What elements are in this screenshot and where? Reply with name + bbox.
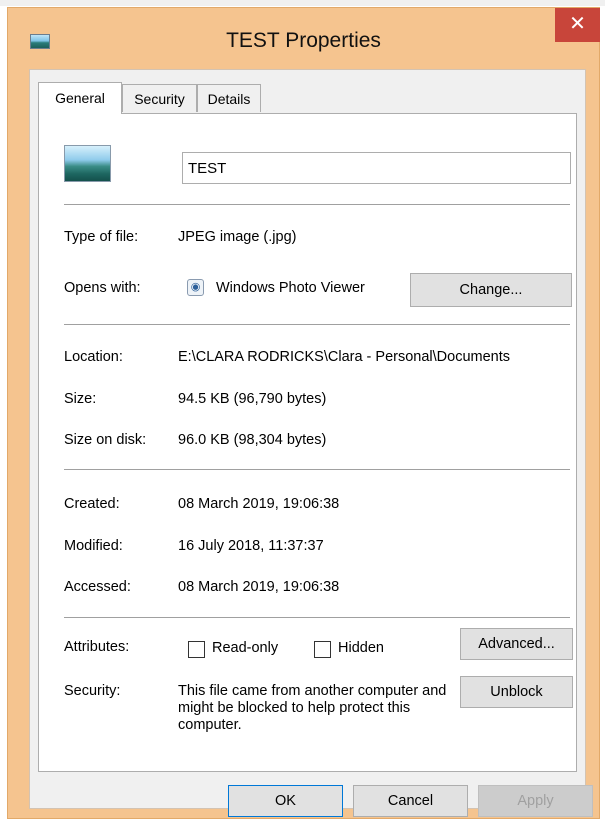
advanced-button[interactable]: Advanced... — [460, 628, 573, 660]
properties-dialog: TEST Properties ✕ General Security Detai… — [7, 7, 600, 819]
photo-viewer-icon: ◉ — [187, 279, 204, 296]
accessed-value: 08 March 2019, 19:06:38 — [178, 579, 340, 595]
opens-with-label: Opens with: — [64, 280, 141, 296]
close-icon: ✕ — [569, 13, 586, 35]
divider — [64, 324, 570, 325]
modified-value: 16 July 2018, 11:37:37 — [178, 538, 324, 554]
created-label: Created: — [64, 496, 120, 512]
cancel-button[interactable]: Cancel — [353, 785, 468, 817]
type-of-file-label: Type of file: — [64, 229, 139, 245]
read-only-checkbox[interactable] — [188, 641, 205, 658]
hidden-checkbox[interactable] — [314, 641, 331, 658]
general-tab-panel: Type of file: JPEG image (.jpg) Opens wi… — [38, 113, 577, 772]
unblock-button[interactable]: Unblock — [460, 676, 573, 708]
security-warning-text: This file came from another computer and… — [178, 683, 447, 733]
desktop-background — [0, 0, 605, 6]
location-label: Location: — [64, 349, 123, 365]
jpeg-thumbnail-icon — [64, 145, 111, 182]
dialog-client-area: General Security Details Type of file: J… — [29, 69, 593, 817]
divider — [64, 204, 570, 205]
location-value: E:\CLARA RODRICKS\Clara - Personal\Docum… — [178, 349, 510, 365]
size-on-disk-label: Size on disk: — [64, 432, 147, 448]
created-value: 08 March 2019, 19:06:38 — [178, 496, 340, 512]
security-label: Security: — [64, 683, 121, 699]
type-of-file-value: JPEG image (.jpg) — [178, 229, 297, 245]
size-on-disk-value: 96.0 KB (98,304 bytes) — [178, 432, 327, 448]
opens-with-value: Windows Photo Viewer — [216, 280, 365, 296]
accessed-label: Accessed: — [64, 579, 131, 595]
change-button[interactable]: Change... — [410, 273, 572, 307]
attributes-label: Attributes: — [64, 639, 130, 655]
hidden-label[interactable]: Hidden — [338, 640, 384, 656]
tab-general[interactable]: General — [38, 82, 122, 114]
apply-button[interactable]: Apply — [478, 785, 593, 817]
ok-button[interactable]: OK — [228, 785, 343, 817]
divider — [64, 617, 570, 618]
size-value: 94.5 KB (96,790 bytes) — [178, 391, 327, 407]
window-title: TEST Properties — [226, 29, 381, 52]
read-only-label[interactable]: Read-only — [212, 640, 278, 656]
tab-security[interactable]: Security — [122, 84, 197, 112]
divider — [64, 469, 570, 470]
file-name-input[interactable] — [182, 152, 571, 184]
close-button[interactable]: ✕ — [555, 8, 600, 42]
tab-details[interactable]: Details — [197, 84, 261, 112]
title-bar[interactable]: TEST Properties ✕ — [8, 8, 600, 71]
modified-label: Modified: — [64, 538, 123, 554]
size-label: Size: — [64, 391, 97, 407]
